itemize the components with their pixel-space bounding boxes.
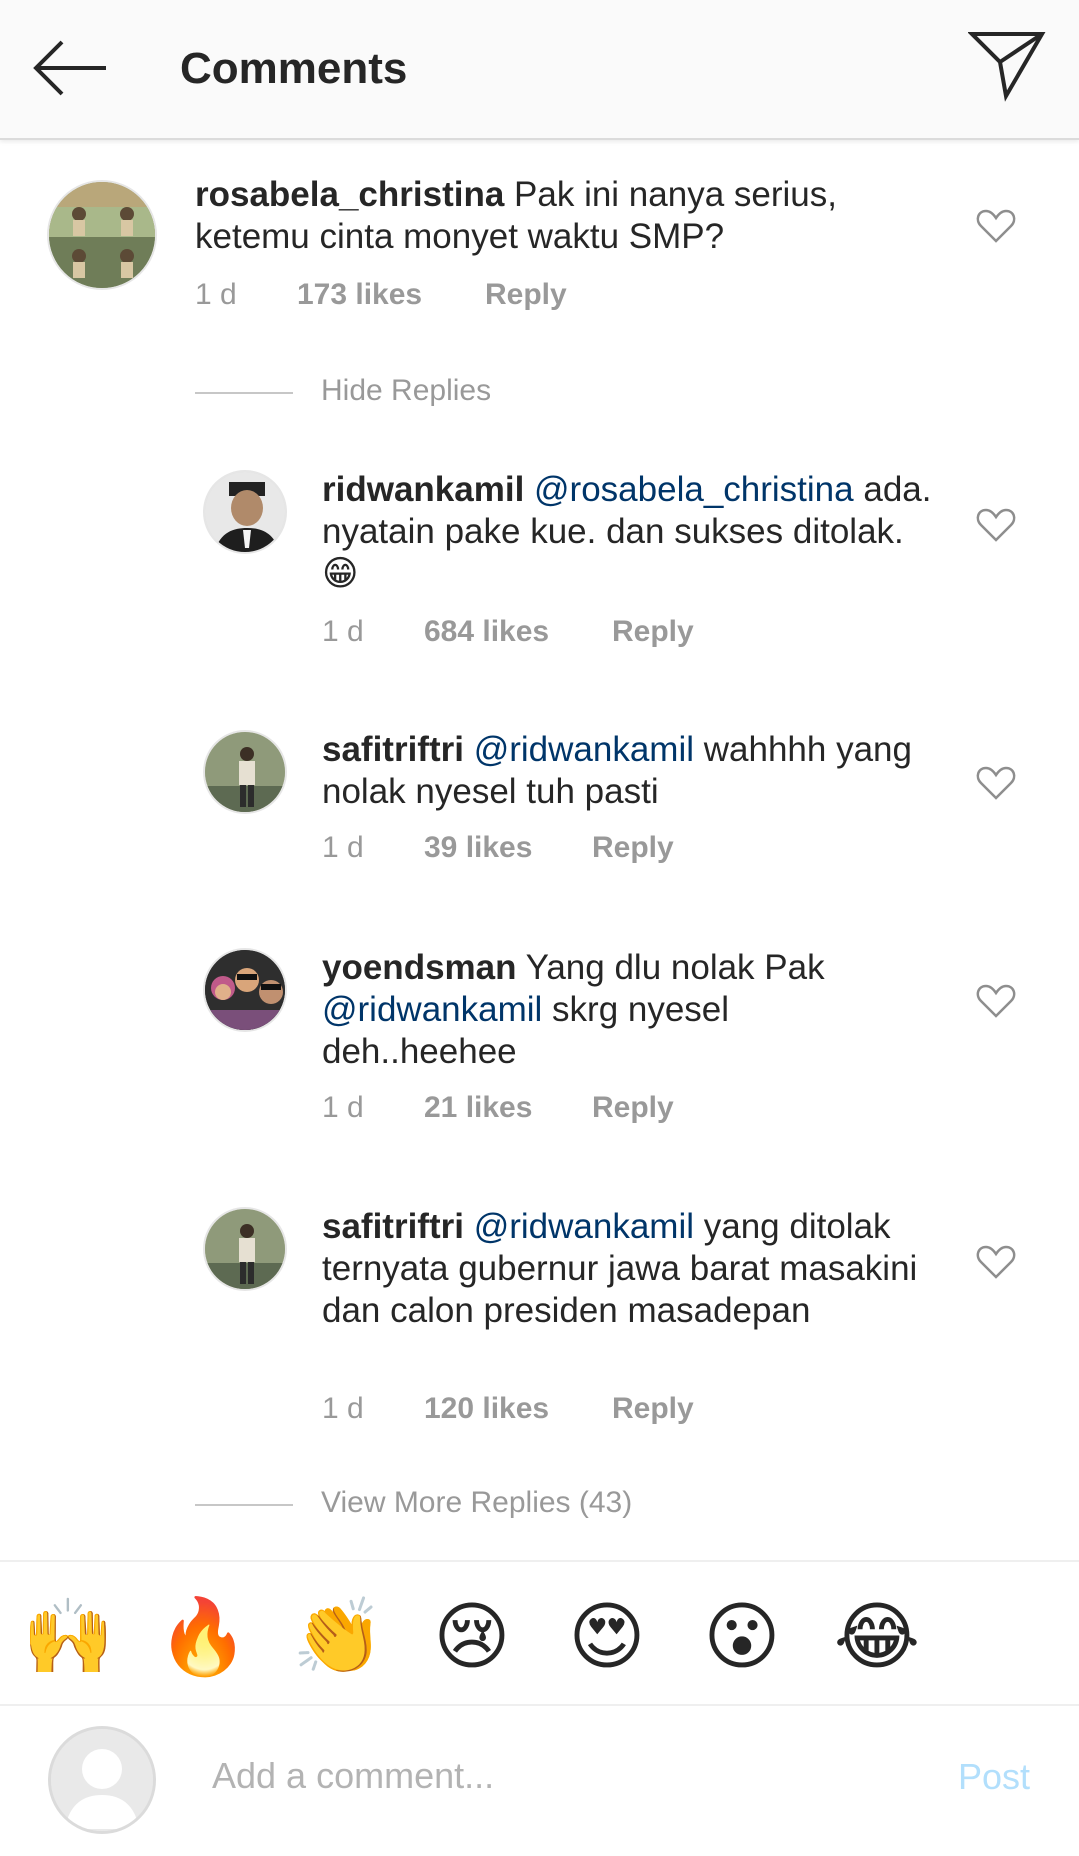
comment-likes[interactable]: 684 likes bbox=[424, 615, 549, 649]
avatar[interactable] bbox=[203, 470, 287, 554]
reply-button[interactable]: Reply bbox=[612, 1392, 694, 1426]
reply-button[interactable]: Reply bbox=[592, 831, 674, 865]
comment-meta: 1 d 120 likes Reply bbox=[322, 1392, 922, 1432]
avatar bbox=[48, 1726, 156, 1834]
arrow-left-icon bbox=[33, 40, 106, 96]
clapping-emoji[interactable]: 👏 bbox=[292, 1592, 384, 1682]
crying-face-emoji[interactable]: 😢 bbox=[427, 1592, 517, 1682]
avatar-image bbox=[205, 1209, 285, 1289]
avatar[interactable] bbox=[203, 948, 287, 1032]
comment-username[interactable]: safitriftri bbox=[322, 730, 464, 769]
avatar[interactable] bbox=[203, 1207, 287, 1291]
comment-meta: 1 d 21 likes Reply bbox=[322, 1091, 922, 1131]
share-button[interactable] bbox=[967, 28, 1046, 102]
comment-username[interactable]: ridwankamil bbox=[322, 470, 524, 509]
comment-username[interactable]: safitriftri bbox=[322, 1207, 464, 1246]
comment-meta: 1 d 39 likes Reply bbox=[322, 831, 922, 871]
page-title: Comments bbox=[180, 44, 408, 93]
default-avatar-icon bbox=[51, 1729, 153, 1831]
view-more-replies[interactable]: View More Replies (43) bbox=[195, 1486, 795, 1526]
avatar[interactable] bbox=[203, 730, 287, 814]
comment-likes[interactable]: 39 likes bbox=[424, 831, 532, 865]
divider-line bbox=[195, 1504, 293, 1506]
comment-time: 1 d bbox=[322, 1392, 364, 1425]
hide-replies-label: Hide Replies bbox=[321, 374, 492, 407]
top-bar: Comments bbox=[0, 0, 1079, 140]
heart-eyes-emoji[interactable]: 😍 bbox=[562, 1592, 652, 1682]
comment-text: safitriftri @ridwankamil yang ditolak te… bbox=[322, 1206, 922, 1332]
mention-link[interactable]: @ridwankamil bbox=[474, 1207, 694, 1246]
comment-time: 1 d bbox=[195, 278, 237, 311]
comment-composer: Post bbox=[0, 1706, 1079, 1856]
avatar-image bbox=[205, 950, 285, 1030]
tears-of-joy-emoji[interactable]: 😂 bbox=[832, 1592, 922, 1682]
comment-username[interactable]: yoendsman bbox=[322, 948, 517, 987]
back-button[interactable] bbox=[30, 36, 110, 100]
comment-text: ridwankamil @rosabela_christina ada. nya… bbox=[322, 469, 942, 595]
comment-username[interactable]: rosabela_christina bbox=[195, 175, 504, 214]
avatar-image bbox=[205, 732, 285, 812]
comment-text: yoendsman Yang dlu nolak Pak @ridwankami… bbox=[322, 947, 882, 1073]
comment-likes[interactable]: 120 likes bbox=[424, 1392, 549, 1426]
comment-meta: 1 d 173 likes Reply bbox=[195, 278, 795, 318]
post-button[interactable]: Post bbox=[958, 1756, 1030, 1798]
comment-time: 1 d bbox=[322, 1091, 364, 1124]
reply-button[interactable]: Reply bbox=[485, 278, 567, 312]
surprised-face-emoji[interactable]: 😮 bbox=[697, 1592, 787, 1682]
mention-link[interactable]: @ridwankamil bbox=[474, 730, 694, 769]
emoji-quick-bar: 🙌 🔥 👏 😢 😍 😮 😂 bbox=[0, 1560, 1079, 1706]
comment-time: 1 d bbox=[322, 615, 364, 648]
comment-emoji: 😁 bbox=[322, 554, 359, 593]
avatar[interactable] bbox=[47, 180, 157, 290]
view-more-replies-label: View More Replies (43) bbox=[321, 1486, 633, 1519]
heart-icon[interactable] bbox=[976, 507, 1016, 543]
heart-icon[interactable] bbox=[976, 208, 1016, 244]
raising-hands-emoji[interactable]: 🙌 bbox=[22, 1592, 114, 1682]
divider-line bbox=[195, 392, 293, 394]
hide-replies-toggle[interactable]: Hide Replies bbox=[195, 374, 695, 414]
comment-input[interactable] bbox=[212, 1746, 912, 1806]
fire-emoji[interactable]: 🔥 bbox=[157, 1592, 249, 1682]
comment-time: 1 d bbox=[322, 831, 364, 864]
heart-icon[interactable] bbox=[976, 1244, 1016, 1280]
paper-plane-icon bbox=[967, 32, 1046, 102]
avatar-image bbox=[205, 472, 285, 552]
comment-meta: 1 d 684 likes Reply bbox=[322, 615, 922, 655]
comment-text: safitriftri @ridwankamil wahhhh yang nol… bbox=[322, 729, 942, 813]
reply-button[interactable]: Reply bbox=[592, 1091, 674, 1125]
heart-icon[interactable] bbox=[976, 765, 1016, 801]
mention-link[interactable]: @rosabela_christina bbox=[534, 470, 854, 509]
reply-button[interactable]: Reply bbox=[612, 615, 694, 649]
heart-icon[interactable] bbox=[976, 983, 1016, 1019]
mention-link[interactable]: @ridwankamil bbox=[322, 990, 542, 1029]
comment-text: rosabela_christina Pak ini nanya serius,… bbox=[195, 174, 855, 258]
comment-likes[interactable]: 173 likes bbox=[297, 278, 422, 312]
avatar-image bbox=[49, 182, 155, 288]
comment-likes[interactable]: 21 likes bbox=[424, 1091, 532, 1125]
comment-body: Yang dlu nolak Pak bbox=[516, 948, 825, 987]
